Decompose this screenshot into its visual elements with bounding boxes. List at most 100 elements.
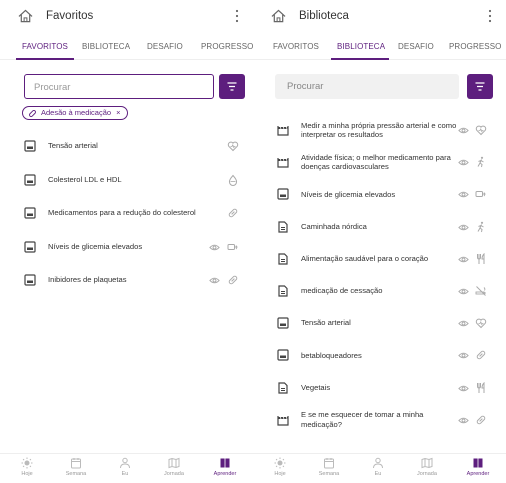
- eye-icon[interactable]: [458, 222, 469, 233]
- chip-close-icon[interactable]: ×: [116, 108, 120, 117]
- eye-icon[interactable]: [458, 350, 469, 361]
- nav-item-jornada[interactable]: Jornada: [407, 457, 447, 477]
- list-item[interactable]: Colesterol LDL e HDL: [0, 163, 253, 197]
- pill-icon: [227, 207, 239, 219]
- tab-favoritos[interactable]: FAVORITOS: [273, 42, 319, 51]
- image-icon: [24, 207, 36, 219]
- tab-progresso[interactable]: PROGRESSO: [449, 42, 501, 51]
- image-icon: [24, 173, 36, 186]
- person-icon: [105, 457, 145, 469]
- list-item[interactable]: Níveis de glicemia elevados: [253, 177, 506, 211]
- list-item[interactable]: medicação de cessação: [253, 274, 506, 308]
- list-item[interactable]: Vegetais: [253, 371, 506, 405]
- search-bar: Procurar: [253, 74, 506, 99]
- list-item-label: E se me esquecer de tomar a minha medica…: [301, 410, 424, 429]
- active-tab-indicator: [16, 58, 74, 60]
- nav-item-label: Jornada: [417, 471, 437, 477]
- image-icon: [24, 140, 36, 152]
- bottom-navigation: Hoje Semana Eu Jornada Aprender: [0, 453, 253, 483]
- nav-item-hoje[interactable]: Hoje: [260, 457, 300, 477]
- tab-desafio[interactable]: DESAFIO: [147, 42, 183, 51]
- library-screen: Biblioteca FAVORITOS BIBLIOTECA DESAFIO …: [253, 0, 506, 483]
- nav-item-jornada[interactable]: Jornada: [154, 457, 194, 477]
- glucose-icon: [227, 241, 239, 253]
- list-item[interactable]: Tensão arterial: [0, 129, 253, 163]
- pill-icon: [227, 274, 239, 286]
- home-icon[interactable]: [271, 9, 286, 23]
- book-icon: [458, 457, 498, 469]
- list-item-label: Vegetais: [301, 382, 331, 392]
- nav-item-aprender[interactable]: Aprender: [458, 457, 498, 477]
- image-icon: [277, 317, 289, 329]
- tab-favoritos[interactable]: FAVORITOS: [22, 42, 68, 51]
- running-icon: [475, 156, 487, 168]
- list-item[interactable]: Caminhada nórdica: [253, 210, 506, 244]
- filter-button[interactable]: [467, 74, 493, 99]
- nav-item-aprender[interactable]: Aprender: [205, 457, 245, 477]
- search-bar: Procurar: [0, 74, 253, 99]
- person-icon: [358, 457, 398, 469]
- pill-icon: [475, 349, 487, 361]
- nav-item-eu[interactable]: Eu: [105, 457, 145, 477]
- list-item[interactable]: Inibidores de plaquetas: [0, 263, 253, 297]
- list-item[interactable]: Tensão arterial: [253, 306, 506, 340]
- more-options-icon[interactable]: [235, 9, 239, 23]
- list-item-label: Níveis de glicemia elevados: [301, 189, 396, 199]
- image-icon: [277, 349, 289, 361]
- nav-item-hoje[interactable]: Hoje: [7, 457, 47, 477]
- nav-item-semana[interactable]: Semana: [309, 457, 349, 477]
- video-icon: [277, 156, 289, 168]
- tab-biblioteca[interactable]: BIBLIOTECA: [82, 42, 130, 51]
- nav-item-label: Eu: [374, 471, 382, 477]
- list-item-label: Níveis de glicemia elevados: [48, 241, 143, 251]
- filter-chip[interactable]: Adesão à medicação ×: [22, 106, 128, 120]
- nav-item-label: Hoje: [274, 471, 286, 477]
- list-item[interactable]: Medicamentos para a redução do colestero…: [0, 196, 253, 230]
- nav-item-label: Aprender: [466, 471, 490, 477]
- nav-item-semana[interactable]: Semana: [56, 457, 96, 477]
- eye-icon[interactable]: [458, 415, 469, 426]
- list-item-label: Medicamentos para a redução do colestero…: [48, 208, 196, 218]
- eye-icon[interactable]: [458, 125, 469, 136]
- tab-progresso[interactable]: PROGRESSO: [201, 42, 253, 51]
- document-icon: [277, 253, 289, 265]
- home-icon[interactable]: [18, 9, 33, 23]
- nav-item-label: Semana: [65, 471, 87, 477]
- eye-icon[interactable]: [458, 318, 469, 329]
- tab-biblioteca[interactable]: BIBLIOTECA: [337, 42, 385, 51]
- search-input[interactable]: Procurar: [275, 74, 459, 99]
- eye-icon[interactable]: [458, 189, 469, 200]
- running-icon: [475, 221, 487, 233]
- list-item-label: betabloqueadores: [301, 350, 362, 360]
- image-icon: [24, 274, 36, 286]
- eye-icon[interactable]: [458, 254, 469, 265]
- page-title: Favoritos: [46, 10, 94, 22]
- tab-desafio[interactable]: DESAFIO: [398, 42, 434, 51]
- eye-icon[interactable]: [458, 157, 469, 168]
- eye-icon[interactable]: [209, 242, 220, 253]
- list-item[interactable]: betabloqueadores: [253, 338, 506, 372]
- list-item[interactable]: Alimentação saudável para o coração: [253, 242, 506, 276]
- more-options-icon[interactable]: [488, 9, 492, 23]
- list-item[interactable]: Atividade física; o melhor medicamento p…: [253, 145, 506, 179]
- list-item-label: Alimentação saudável para o coração: [301, 254, 429, 264]
- active-tab-indicator: [331, 58, 389, 60]
- image-icon: [24, 240, 36, 253]
- map-icon: [154, 457, 194, 469]
- heart-icon: [227, 140, 239, 152]
- eye-icon[interactable]: [458, 286, 469, 297]
- eye-icon[interactable]: [209, 275, 220, 286]
- list-item[interactable]: Níveis de glicemia elevados: [0, 230, 253, 264]
- nav-item-eu[interactable]: Eu: [358, 457, 398, 477]
- list-item[interactable]: Medir a minha própria pressão arterial e…: [253, 113, 506, 147]
- video-icon: [277, 414, 289, 426]
- eye-icon[interactable]: [458, 383, 469, 394]
- list-item[interactable]: E se me esquecer de tomar a minha medica…: [253, 403, 506, 437]
- fork-knife-icon: [475, 252, 487, 265]
- heart-icon: [475, 317, 487, 329]
- calendar-icon: [56, 457, 96, 469]
- tab-bar: FAVORITOS BIBLIOTECA DESAFIO PROGRESSO: [0, 38, 253, 60]
- search-input[interactable]: Procurar: [24, 74, 214, 99]
- filter-button[interactable]: [219, 74, 245, 99]
- list-item-label: Tensão arterial: [48, 141, 98, 151]
